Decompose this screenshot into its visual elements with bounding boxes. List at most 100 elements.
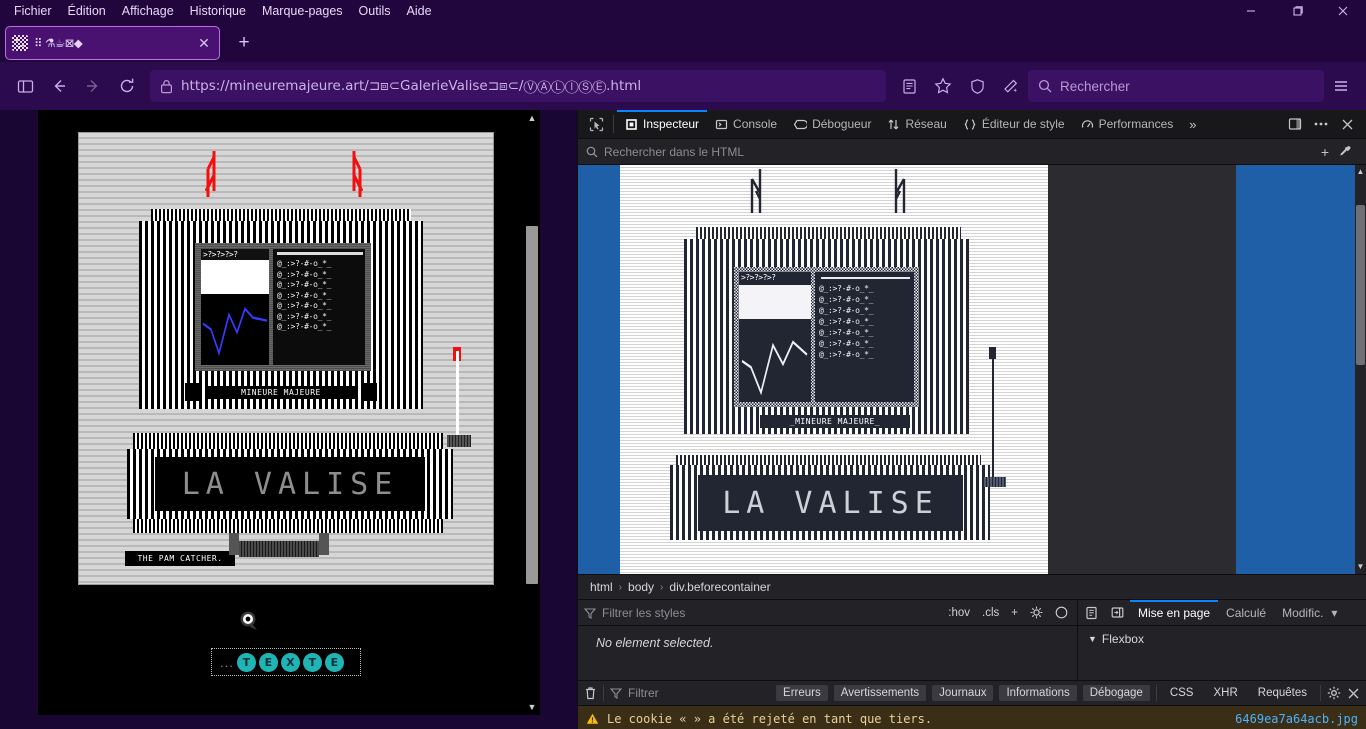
hov-button[interactable]: :hov (945, 607, 973, 619)
print-media-icon[interactable] (1078, 606, 1104, 620)
filter-avertissements-button[interactable]: Avertissements (833, 685, 927, 701)
tab-label: Débogueur (812, 117, 872, 131)
tab-calcule[interactable]: Calculé (1218, 600, 1274, 626)
console-toolbar: Filtrer Erreurs Avertissements Journaux … (578, 680, 1366, 706)
screen-waveform (739, 320, 811, 402)
console-filter-placeholder[interactable]: Filtrer (628, 686, 659, 700)
add-node-button[interactable]: + (1314, 144, 1336, 160)
page-content-area: >?>?>?>? @_:>?-#-o_*_ @_:>?-#-o_*_ @_:>?… (0, 110, 577, 729)
close-icon[interactable] (1320, 0, 1366, 22)
web-page-viewport: >?>?>?>? @_:>?-#-o_*_ @_:>?-#-o_*_ @_:>?… (38, 110, 540, 715)
favicon-icon (12, 35, 28, 51)
chevron-down-icon[interactable]: ▾ (1331, 600, 1341, 626)
search-bar[interactable]: Rechercher (1028, 70, 1324, 102)
performance-icon (1081, 118, 1094, 131)
menu-historique[interactable]: Historique (182, 1, 254, 21)
element-picker-icon[interactable] (582, 110, 610, 138)
menu-affichage[interactable]: Affichage (114, 1, 182, 21)
more-options-icon[interactable] (1308, 111, 1334, 137)
breadcrumb-html[interactable]: html (590, 580, 613, 594)
shield-icon[interactable] (960, 70, 994, 102)
page-scrollbar[interactable]: ▲ ▼ (524, 110, 540, 715)
tab-performances[interactable]: Performances (1073, 110, 1182, 139)
scrollbar-thumb[interactable] (1356, 205, 1365, 365)
tab-debogueur[interactable]: Débogueur (785, 110, 879, 139)
texte-widget[interactable]: ... T E X T E (211, 648, 361, 676)
panel-toggle-icon[interactable] (1104, 606, 1130, 619)
scroll-down-arrow[interactable]: ▼ (1355, 560, 1366, 574)
layout-toolbar: Mise en page Calculé Modific. ▾ (1078, 599, 1366, 626)
gear-icon[interactable] (1327, 686, 1341, 700)
devtools-viewport-scrollbar[interactable]: ▲ ▼ (1355, 165, 1366, 574)
eyedropper-icon[interactable] (1338, 145, 1360, 158)
filter-journaux-button[interactable]: Journaux (932, 685, 994, 701)
menu-aide[interactable]: Aide (399, 1, 440, 21)
magnifier-cursor-icon[interactable] (238, 610, 260, 632)
tab-label: Inspecteur (643, 117, 700, 131)
trash-icon[interactable] (584, 686, 597, 700)
close-icon[interactable]: ✕ (195, 34, 213, 52)
scroll-up-arrow[interactable]: ▲ (524, 110, 540, 126)
machine-screen-panel: >?>?>?>? @_:>?-#-o_*_ @_:>?-#-o_*_ @_:>?… (734, 267, 919, 407)
rules-filter-placeholder[interactable]: Filtrer les styles (602, 606, 939, 620)
browser-window: Fichier Édition Affichage Historique Mar… (0, 0, 1366, 729)
console-message-row[interactable]: Le cookie « » a été rejeté en tant que t… (578, 706, 1366, 729)
reader-mode-icon[interactable] (892, 70, 926, 102)
hamburger-menu-icon[interactable] (1324, 70, 1358, 102)
screen-data-row: @_:>?-#-o_*_ (277, 322, 332, 331)
cls-button[interactable]: .cls (979, 607, 1002, 619)
tab-modifications[interactable]: Modific. (1274, 600, 1331, 626)
add-rule-button[interactable]: + (1008, 607, 1021, 619)
restore-icon[interactable] (1274, 0, 1320, 22)
breadcrumb-div[interactable]: div.beforecontainer (669, 580, 770, 594)
menu-marque-pages[interactable]: Marque-pages (254, 1, 351, 21)
scroll-down-arrow[interactable]: ▼ (524, 699, 540, 715)
tab-inspecteur[interactable]: Inspecteur (617, 109, 708, 139)
devtools-panel: Inspecteur Console Débogueur Réseau Édit… (577, 109, 1366, 729)
breadcrumb-body[interactable]: body (628, 580, 654, 594)
tab-reseau[interactable]: Réseau (879, 110, 954, 139)
tabs-overflow-button[interactable]: » (1181, 117, 1204, 132)
close-devtools-icon[interactable] (1334, 111, 1360, 137)
texte-letter: E (324, 652, 344, 672)
console-message-source[interactable]: 6469ea7a64acb.jpg (1235, 712, 1358, 726)
screen-white-block (201, 260, 269, 294)
machine-top-stripes (696, 227, 961, 239)
tab-console[interactable]: Console (707, 110, 785, 139)
back-arrow-icon[interactable] (42, 70, 76, 102)
menu-bar: Fichier Édition Affichage Historique Mar… (0, 1, 440, 21)
flexbox-section[interactable]: ▼ Flexbox (1078, 626, 1366, 646)
search-icon (1038, 79, 1052, 93)
new-tab-button[interactable]: + (232, 33, 256, 55)
sparkle-icon[interactable] (994, 70, 1028, 102)
minimize-icon[interactable] (1228, 0, 1274, 22)
menu-edition[interactable]: Édition (60, 1, 114, 21)
filter-xhr-button[interactable]: XHR (1206, 685, 1244, 701)
browser-tab[interactable]: ⠿ ⚗☕⊠◆ ✕ (5, 26, 220, 60)
dock-panel-icon[interactable] (1282, 111, 1308, 137)
sun-icon[interactable] (1027, 606, 1046, 619)
filter-erreurs-button[interactable]: Erreurs (776, 685, 828, 701)
moon-icon[interactable] (1052, 606, 1071, 619)
menu-outils[interactable]: Outils (351, 1, 399, 21)
filter-requetes-button[interactable]: Requêtes (1251, 685, 1314, 701)
tab-editeur-de-style[interactable]: Éditeur de style (955, 110, 1073, 139)
html-search-bar[interactable]: Rechercher dans le HTML + (578, 139, 1366, 165)
filter-debogage-button[interactable]: Débogage (1082, 685, 1150, 701)
scrollbar-thumb[interactable] (526, 226, 538, 584)
scroll-up-arrow[interactable]: ▲ (1355, 165, 1366, 179)
menu-fichier[interactable]: Fichier (6, 1, 60, 21)
texte-letter: X (280, 652, 300, 672)
url-bar[interactable]: https://mineuremajeure.art/⊐⧈⊂GalerieVal… (150, 70, 886, 102)
lower-stripes-top (133, 433, 443, 449)
filter-informations-button[interactable]: Informations (999, 685, 1077, 701)
reload-icon[interactable] (110, 70, 144, 102)
filter-css-button[interactable]: CSS (1163, 685, 1201, 701)
section-caret-icon[interactable]: ▼ (1088, 634, 1097, 644)
star-icon[interactable] (926, 70, 960, 102)
tab-mise-en-page[interactable]: Mise en page (1130, 599, 1219, 626)
forward-arrow-icon[interactable] (76, 70, 110, 102)
close-console-icon[interactable] (1347, 687, 1360, 700)
antenna-right-icon (894, 169, 906, 213)
sidebar-icon[interactable] (8, 70, 42, 102)
